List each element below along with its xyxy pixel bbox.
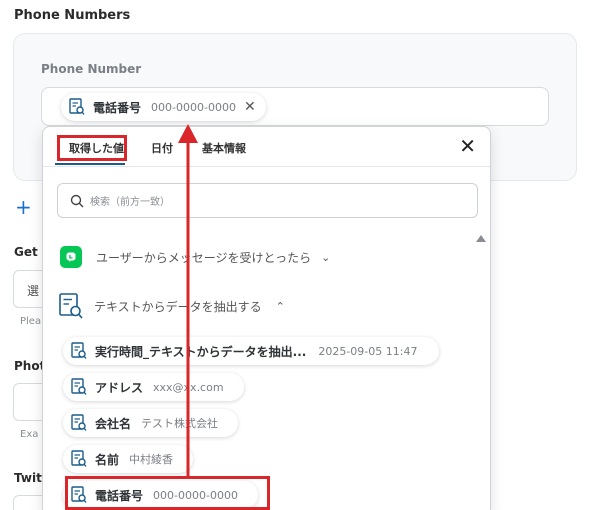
item-value: 中村綾香 [129,453,174,466]
tab-basic-info[interactable]: 基本情報 [202,140,246,156]
item-name: 会社名 [95,416,132,431]
list-item[interactable]: 実行時間_テキストからデータを抽出... 2025-09-05 11:47 [63,337,440,365]
document-search-icon [69,98,85,115]
list-item[interactable]: 名前 中村綾香 [63,445,194,473]
item-value: テスト株式会社 [141,417,219,430]
chevron-up-icon: ⌃ [275,299,285,313]
section-title: Phone Numbers [14,8,131,23]
active-tab-indicator [55,163,125,165]
helper-text-2: Exa [20,429,39,440]
document-search-icon [59,293,83,319]
group-label: テキストからデータを抽出する [94,299,262,314]
line-icon [60,246,82,268]
document-search-icon [71,450,87,467]
search-placeholder: 検索（前方一致） [90,197,170,208]
item-value: xxx@xx.com [153,380,224,394]
search-icon [70,194,84,207]
item-name: アドレス [95,380,144,395]
select-placeholder: 選 [27,284,40,298]
close-icon[interactable]: ✕ [459,136,476,156]
value-picker-dropdown: 取得した値 日付 基本情報 ✕ 検索（前方一致） ユーザーからメッセージを受けと… [42,126,491,510]
list-item[interactable]: アドレス xxx@xx.com [63,373,244,401]
chip-name: 電話番号 [93,100,142,115]
tab-date[interactable]: 日付 [151,140,173,156]
helper-text-1: Plea [20,316,42,327]
item-name: 名前 [95,452,120,467]
document-search-icon [71,342,87,359]
search-input[interactable]: 検索（前方一致） [57,183,478,218]
field-label-twitter: Twit [14,471,42,485]
tab-bar: 取得した値 日付 基本情報 ✕ [43,127,490,167]
phone-number-label: Phone Number [41,62,142,76]
chip-value: 000-0000-0000 [151,100,236,114]
group-line-trigger[interactable]: ユーザーからメッセージを受けとったら ⌄ [60,246,330,268]
scroll-up-arrow-icon[interactable] [476,235,486,242]
field-label-photo: Phot [14,359,46,373]
chip-remove-icon[interactable]: ✕ [244,99,256,115]
phone-number-chip[interactable]: 電話番号 000-0000-0000 ✕ [61,93,266,121]
document-search-icon [71,378,87,395]
add-icon[interactable]: + [15,195,32,219]
scrollbar[interactable] [476,235,486,510]
document-search-icon [71,414,87,431]
chevron-down-icon: ⌄ [321,250,331,264]
group-text-extraction[interactable]: テキストからデータを抽出する ⌃ [58,292,285,320]
item-highlight-box [65,476,270,510]
tab-highlight-box [57,135,127,161]
list-item[interactable]: 会社名 テスト株式会社 [63,409,239,437]
item-value: 2025-09-05 11:47 [318,344,418,358]
group-label: ユーザーからメッセージを受けとったら [96,250,312,265]
item-name: 実行時間_テキストからデータを抽出... [95,344,307,359]
